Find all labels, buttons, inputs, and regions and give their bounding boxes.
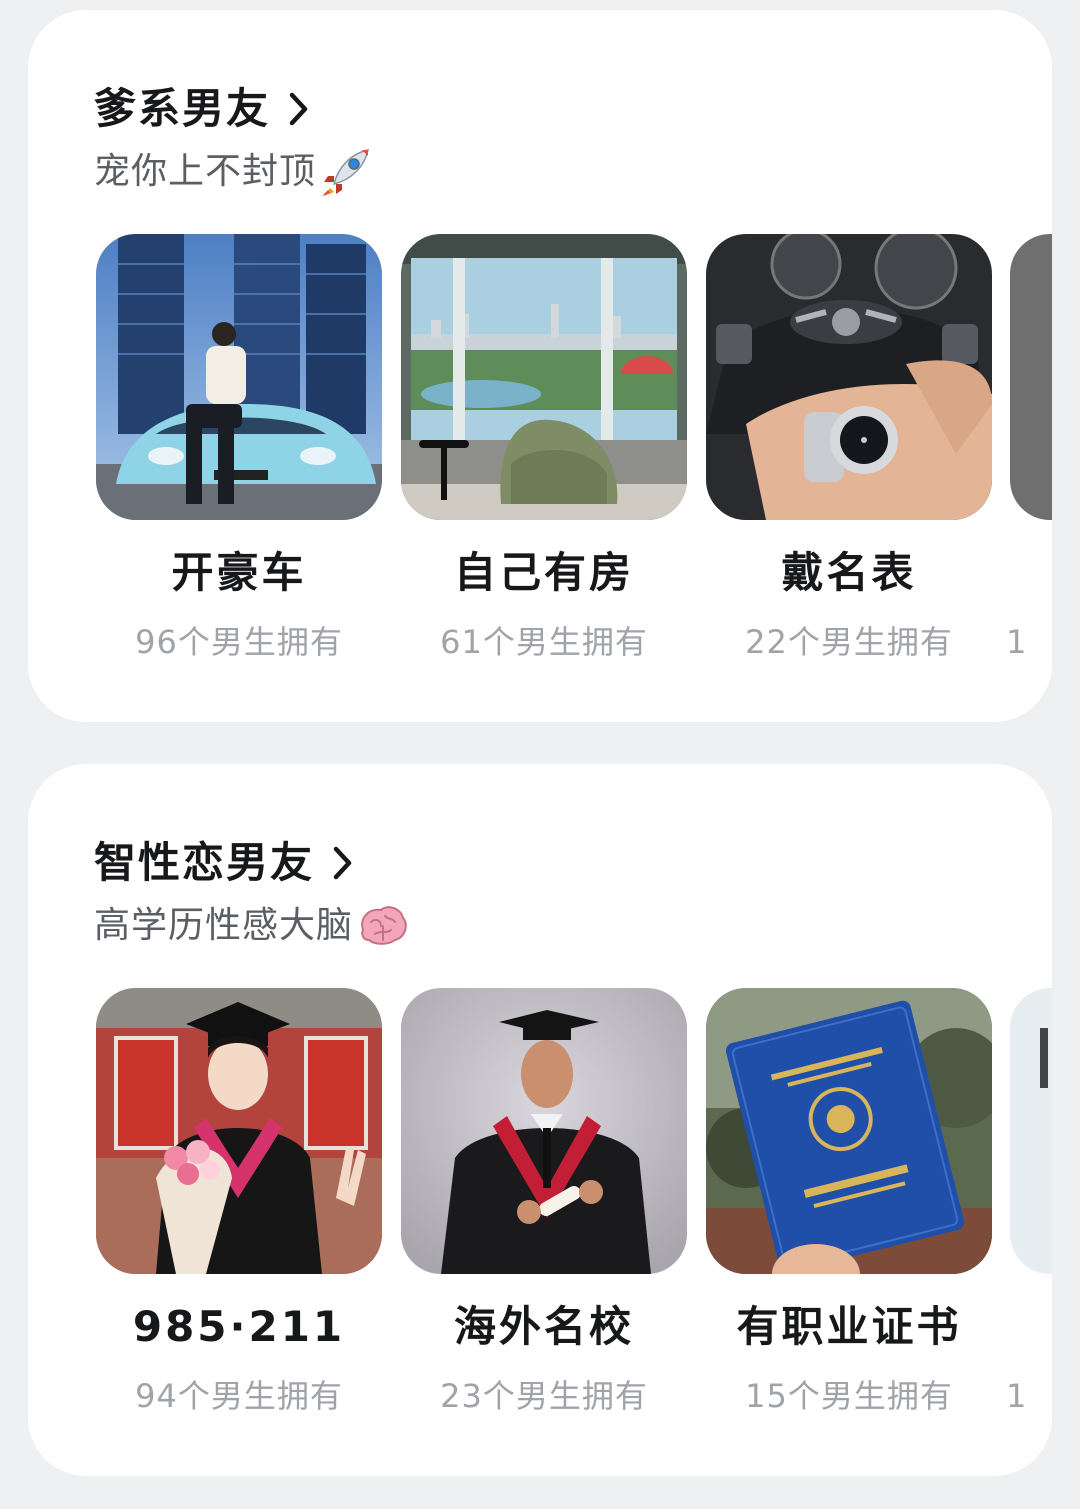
next-item-owner-count: 1 xyxy=(1006,623,1027,661)
graduation-gown-photo[interactable] xyxy=(401,988,687,1274)
next-item-photo[interactable] xyxy=(1010,988,1052,1274)
item-label: 开豪车 xyxy=(171,548,307,597)
graduation-bouquet-photo[interactable] xyxy=(96,988,382,1274)
item-owner-count: 94个男生拥有 xyxy=(135,1377,343,1415)
luxury-watch-photo[interactable] xyxy=(706,234,992,520)
certificate-photo[interactable] xyxy=(706,988,992,1274)
item-owner-count: 96个男生拥有 xyxy=(135,623,343,661)
item-label: 海外名校 xyxy=(453,1302,634,1351)
section-card-sapiosexual: 智性恋男友 高学历性感大脑 985·211 94个男生拥有 海外名校 23个男生… xyxy=(28,764,1052,1476)
apartment-view-photo[interactable] xyxy=(401,234,687,520)
sports-car-photo[interactable] xyxy=(96,234,382,520)
item-label: 有职业证书 xyxy=(736,1302,962,1351)
item-carousel[interactable]: 985·211 94个男生拥有 海外名校 23个男生拥有 有职业证书 15个男生… xyxy=(96,988,1052,1448)
item-label: 戴名表 xyxy=(781,548,917,597)
item-owner-count: 23个男生拥有 xyxy=(440,1377,648,1415)
section-title[interactable]: 爹系男友 xyxy=(94,80,270,138)
section-subtitle-row: 宠你上不封顶 xyxy=(94,146,372,198)
item-owner-count: 15个男生拥有 xyxy=(745,1377,953,1415)
section-subtitle-row: 高学历性感大脑 xyxy=(94,900,409,952)
item-owner-count: 22个男生拥有 xyxy=(745,623,953,661)
section-subtitle: 宠你上不封顶 xyxy=(94,151,317,192)
item-label: 自己有房 xyxy=(453,548,634,597)
list-item[interactable]: 985·211 94个男生拥有 xyxy=(96,988,382,1415)
section-card-dad-style: 爹系男友 宠你上不封顶 开豪车 96个男生拥有 自己有房 61个男生拥有 戴名表… xyxy=(28,10,1052,722)
next-item-photo[interactable] xyxy=(1010,234,1052,520)
list-item[interactable]: 海外名校 23个男生拥有 xyxy=(401,988,687,1415)
list-item[interactable]: 有职业证书 15个男生拥有 xyxy=(706,988,992,1415)
list-item[interactable]: 戴名表 22个男生拥有 xyxy=(706,234,992,661)
rocket-icon xyxy=(322,149,370,196)
item-carousel[interactable]: 开豪车 96个男生拥有 自己有房 61个男生拥有 戴名表 22个男生拥有 1 xyxy=(96,234,1052,694)
list-item[interactable]: 自己有房 61个男生拥有 xyxy=(401,234,687,661)
section-header[interactable]: 智性恋男友 xyxy=(94,834,354,892)
section-subtitle: 高学历性感大脑 xyxy=(94,905,354,946)
chevron-right-icon[interactable] xyxy=(288,91,310,127)
chevron-right-icon[interactable] xyxy=(332,845,354,881)
list-item[interactable]: 开豪车 96个男生拥有 xyxy=(96,234,382,661)
item-owner-count: 61个男生拥有 xyxy=(440,623,648,661)
brain-icon xyxy=(361,906,407,945)
item-label: 985·211 xyxy=(132,1302,346,1351)
section-header[interactable]: 爹系男友 xyxy=(94,80,310,138)
next-item-owner-count: 1 xyxy=(1006,1377,1027,1415)
section-title[interactable]: 智性恋男友 xyxy=(94,834,314,892)
